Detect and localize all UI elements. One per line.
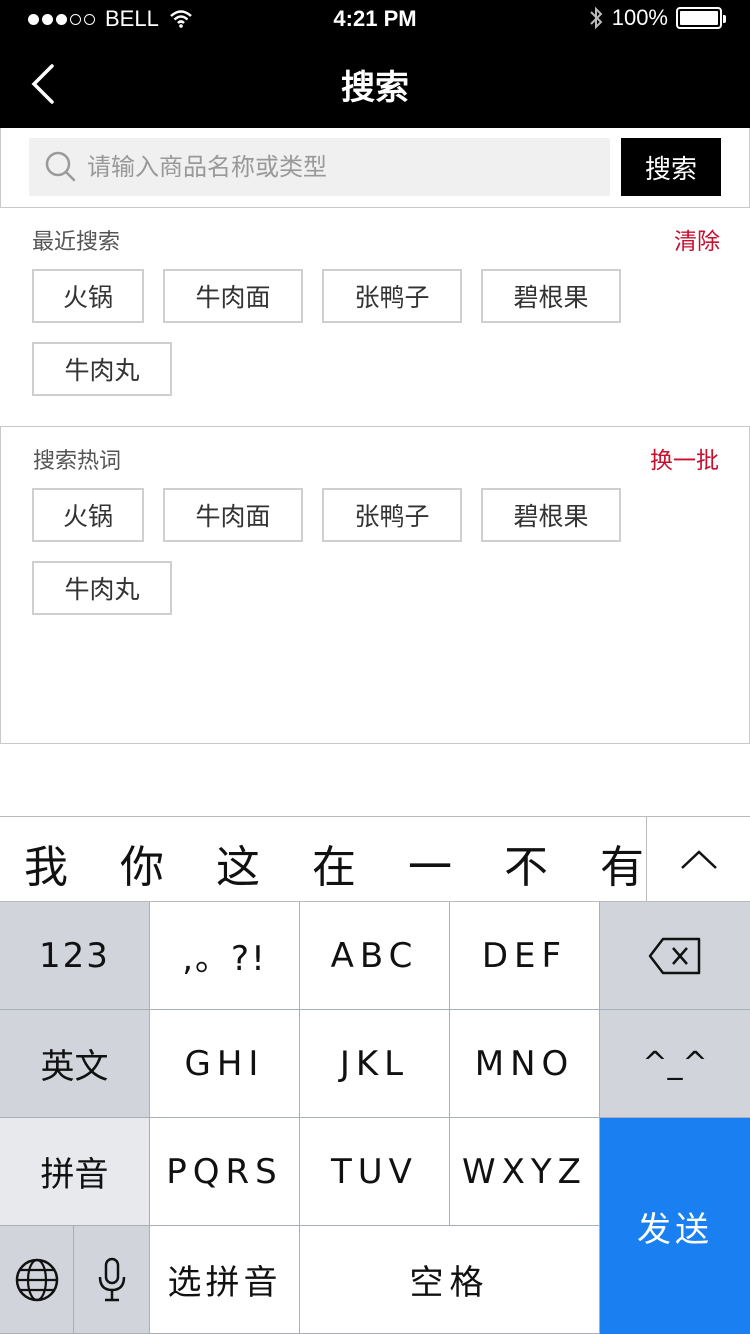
hot-tag-beef-ball[interactable]: 牛肉丸 (32, 561, 172, 615)
delete-key[interactable] (600, 902, 750, 1010)
key-ghi[interactable]: GHI (150, 1010, 300, 1118)
candidate-word[interactable]: 一 (408, 831, 452, 895)
hot-words-section: 搜索热词 换一批 火锅 牛肉面 张鸭子 碧根果 牛肉丸 (0, 426, 750, 744)
key-123[interactable]: 123 (0, 902, 150, 1010)
key-punctuation[interactable]: ,。?! (150, 902, 300, 1010)
recent-tag-zhang-duck[interactable]: 张鸭子 (322, 269, 462, 323)
key-emoticon[interactable]: ^_^ (600, 1010, 750, 1118)
candidate-word[interactable]: 在 (312, 831, 356, 895)
page-title: 搜索 (341, 68, 409, 108)
candidate-word[interactable]: 你 (120, 831, 164, 895)
chevron-up-icon (680, 850, 717, 869)
search-icon (45, 151, 76, 182)
hot-tag-pecan[interactable]: 碧根果 (481, 488, 621, 542)
key-abc[interactable]: ABC (300, 902, 450, 1010)
hot-tags: 火锅 牛肉面 张鸭子 碧根果 牛肉丸 (32, 488, 732, 615)
candidate-bar: 我 你 这 在 一 不 有 (0, 816, 750, 903)
key-pqrs[interactable]: PQRS (150, 1118, 300, 1226)
top-bar: BELL 4:21 PM 100% 搜索 (0, 0, 750, 128)
hot-words-header: 搜索热词 换一批 (33, 441, 719, 475)
hot-tag-beef-noodle[interactable]: 牛肉面 (163, 488, 303, 542)
key-mno[interactable]: MNO (450, 1010, 600, 1118)
recent-tags: 火锅 牛肉面 张鸭子 碧根果 牛肉丸 (32, 269, 732, 396)
key-wxyz[interactable]: WXYZ (450, 1118, 600, 1226)
hot-words-title: 搜索热词 (33, 449, 122, 474)
recent-tag-beef-ball[interactable]: 牛肉丸 (32, 342, 172, 396)
hot-tag-hotpot[interactable]: 火锅 (32, 488, 144, 542)
voice-key[interactable] (74, 1226, 150, 1334)
key-def[interactable]: DEF (450, 902, 600, 1010)
key-jkl[interactable]: JKL (300, 1010, 450, 1118)
recent-searches-section: 最近搜索 清除 火锅 牛肉面 张鸭子 碧根果 牛肉丸 (0, 208, 750, 426)
clear-button[interactable]: 清除 (674, 222, 720, 256)
bluetooth-icon (590, 6, 603, 30)
key-pinyin[interactable]: 拼音 (0, 1118, 150, 1226)
battery-icon (676, 7, 726, 29)
recent-tag-pecan[interactable]: 碧根果 (481, 269, 621, 323)
battery-percent: 100% (611, 5, 668, 30)
send-key[interactable]: 发送 (600, 1118, 750, 1334)
search-input[interactable] (87, 153, 567, 181)
search-field[interactable] (29, 138, 610, 196)
backspace-icon (648, 937, 701, 974)
space-key[interactable]: 空格 (300, 1226, 600, 1334)
candidate-word[interactable]: 这 (216, 831, 260, 895)
keyboard: 我 你 这 在 一 不 有 123 ,。?! ABC DEF 英文 GHI JK… (0, 816, 750, 1334)
status-bar: BELL 4:21 PM 100% (0, 0, 750, 40)
recent-searches-header: 最近搜索 清除 (32, 222, 720, 256)
key-select-pinyin[interactable]: 选拼音 (150, 1226, 300, 1334)
recent-tag-hotpot[interactable]: 火锅 (32, 269, 144, 323)
hot-tag-zhang-duck[interactable]: 张鸭子 (322, 488, 462, 542)
search-button[interactable]: 搜索 (621, 138, 721, 196)
candidate-word[interactable]: 有 (600, 831, 644, 895)
recent-searches-title: 最近搜索 (32, 230, 121, 255)
refresh-batch-button[interactable]: 换一批 (650, 441, 719, 475)
recent-tag-beef-noodle[interactable]: 牛肉面 (163, 269, 303, 323)
microphone-icon (98, 1257, 125, 1301)
expand-candidates-button[interactable] (646, 817, 750, 903)
globe-icon (15, 1258, 58, 1301)
candidate-word[interactable]: 我 (24, 831, 68, 895)
key-english[interactable]: 英文 (0, 1010, 150, 1118)
key-tuv[interactable]: TUV (300, 1118, 450, 1226)
search-row: 搜索 (0, 128, 750, 208)
status-right: 100% (588, 5, 726, 31)
globe-key[interactable] (0, 1226, 74, 1334)
candidate-word[interactable]: 不 (504, 831, 548, 895)
